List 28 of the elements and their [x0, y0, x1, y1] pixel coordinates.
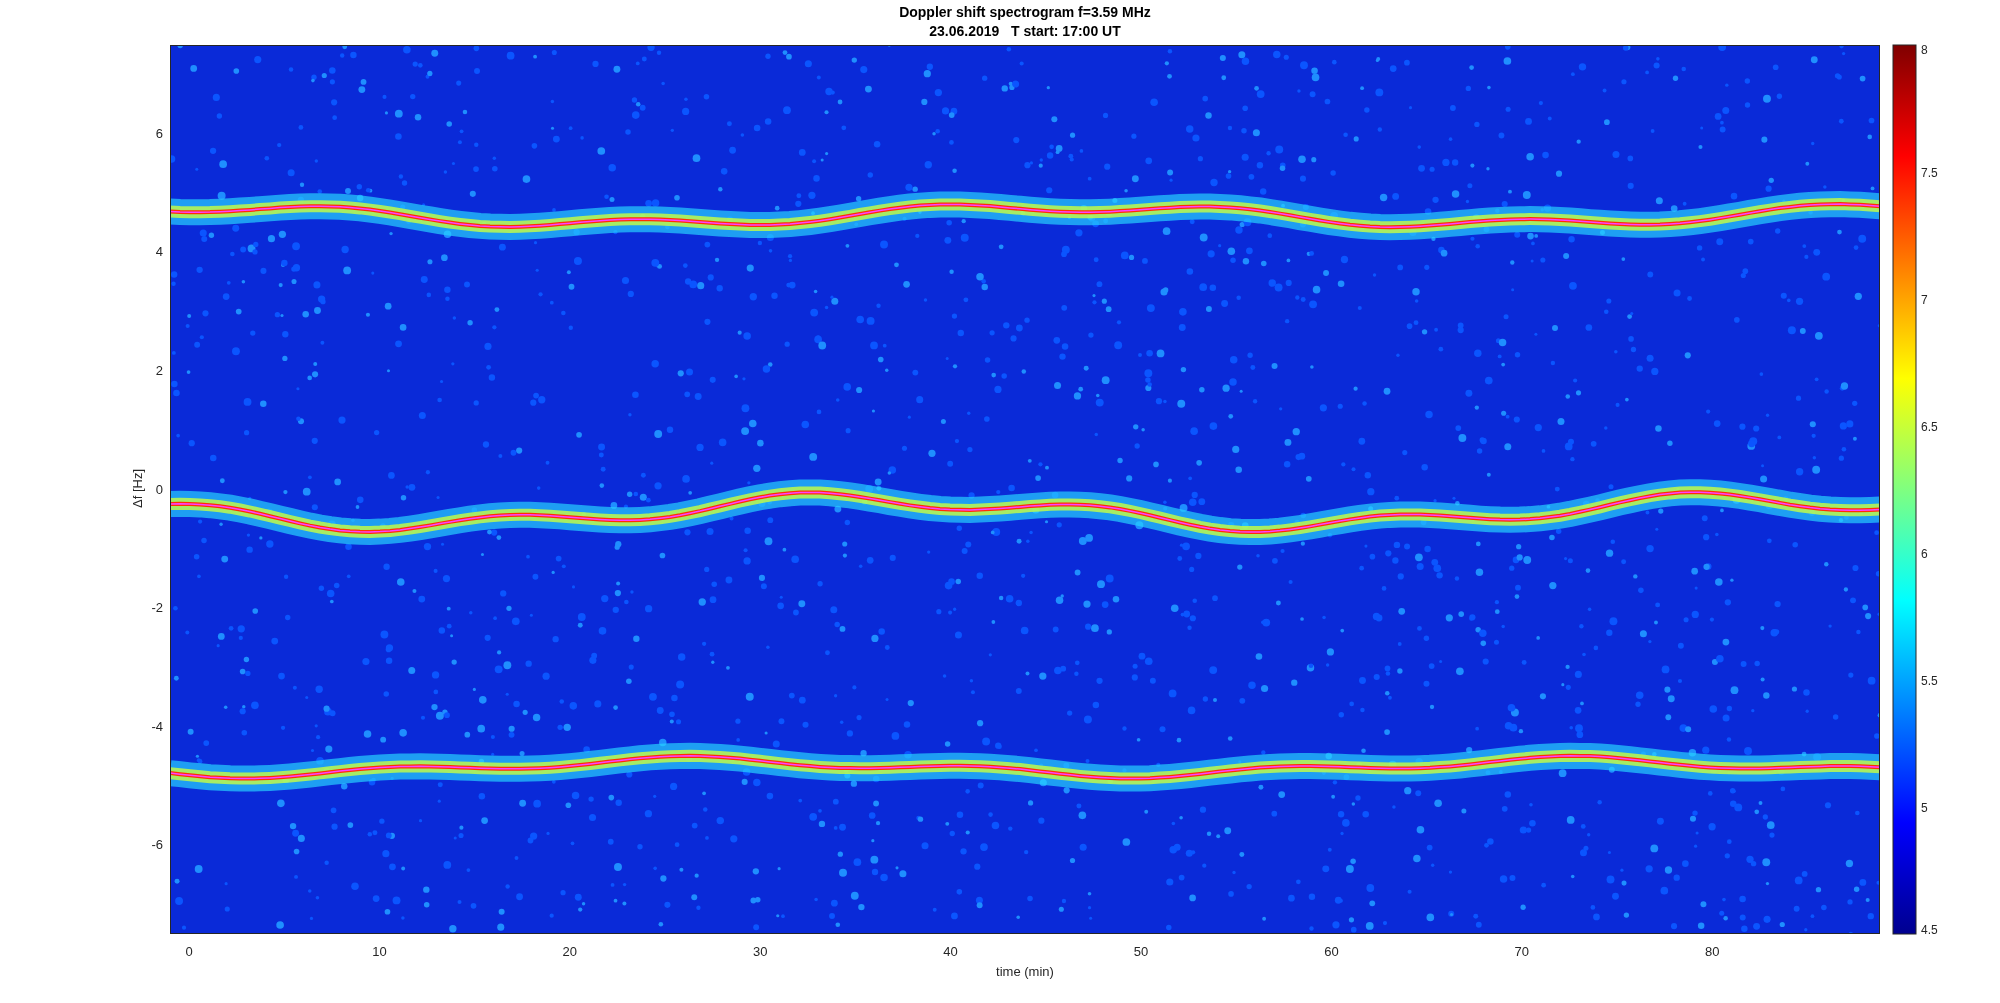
x-tick-label: 0: [185, 944, 193, 959]
colorbar-tick-label: 8: [1921, 43, 1928, 57]
colorbar-tick-label: 5: [1921, 801, 1928, 815]
colorbar-tick-label: 4.5: [1921, 923, 1938, 937]
x-tick-label: 70: [1514, 944, 1530, 959]
x-tick-label: 50: [1133, 944, 1149, 959]
colorbar-tick-label: 7: [1921, 293, 1928, 307]
y-axis-label: Δf [Hz]: [130, 469, 145, 508]
x-tick-label: 80: [1704, 944, 1720, 959]
y-tick-label: -2: [151, 600, 163, 616]
y-tick-label: 4: [155, 244, 163, 260]
colorbar-tick-label: 6.5: [1921, 420, 1938, 434]
y-tick-label: 2: [155, 362, 163, 378]
colorbar-tick-label: 6: [1921, 547, 1928, 561]
x-tick-label: 20: [562, 944, 578, 959]
x-tick-label: 10: [372, 944, 387, 959]
y-tick-label: -4: [151, 718, 163, 734]
colorbar-tick-label: 5.5: [1921, 674, 1938, 688]
x-tick-label: 40: [943, 944, 958, 959]
x-tick-label: 30: [752, 944, 768, 959]
x-axis-label: time (min): [996, 964, 1054, 979]
y-tick-label: 0: [155, 481, 163, 497]
y-tick-label: -6: [151, 837, 163, 853]
colorbar-tick-label: 7.5: [1921, 166, 1938, 180]
x-tick-label: 60: [1324, 944, 1339, 959]
chart-title: Doppler shift spectrogram f=3.59 MHz: [899, 4, 1151, 20]
y-tick-label: 6: [155, 125, 163, 141]
chart-subtitle: 23.06.2019 T start: 17:00 UT: [929, 23, 1121, 39]
